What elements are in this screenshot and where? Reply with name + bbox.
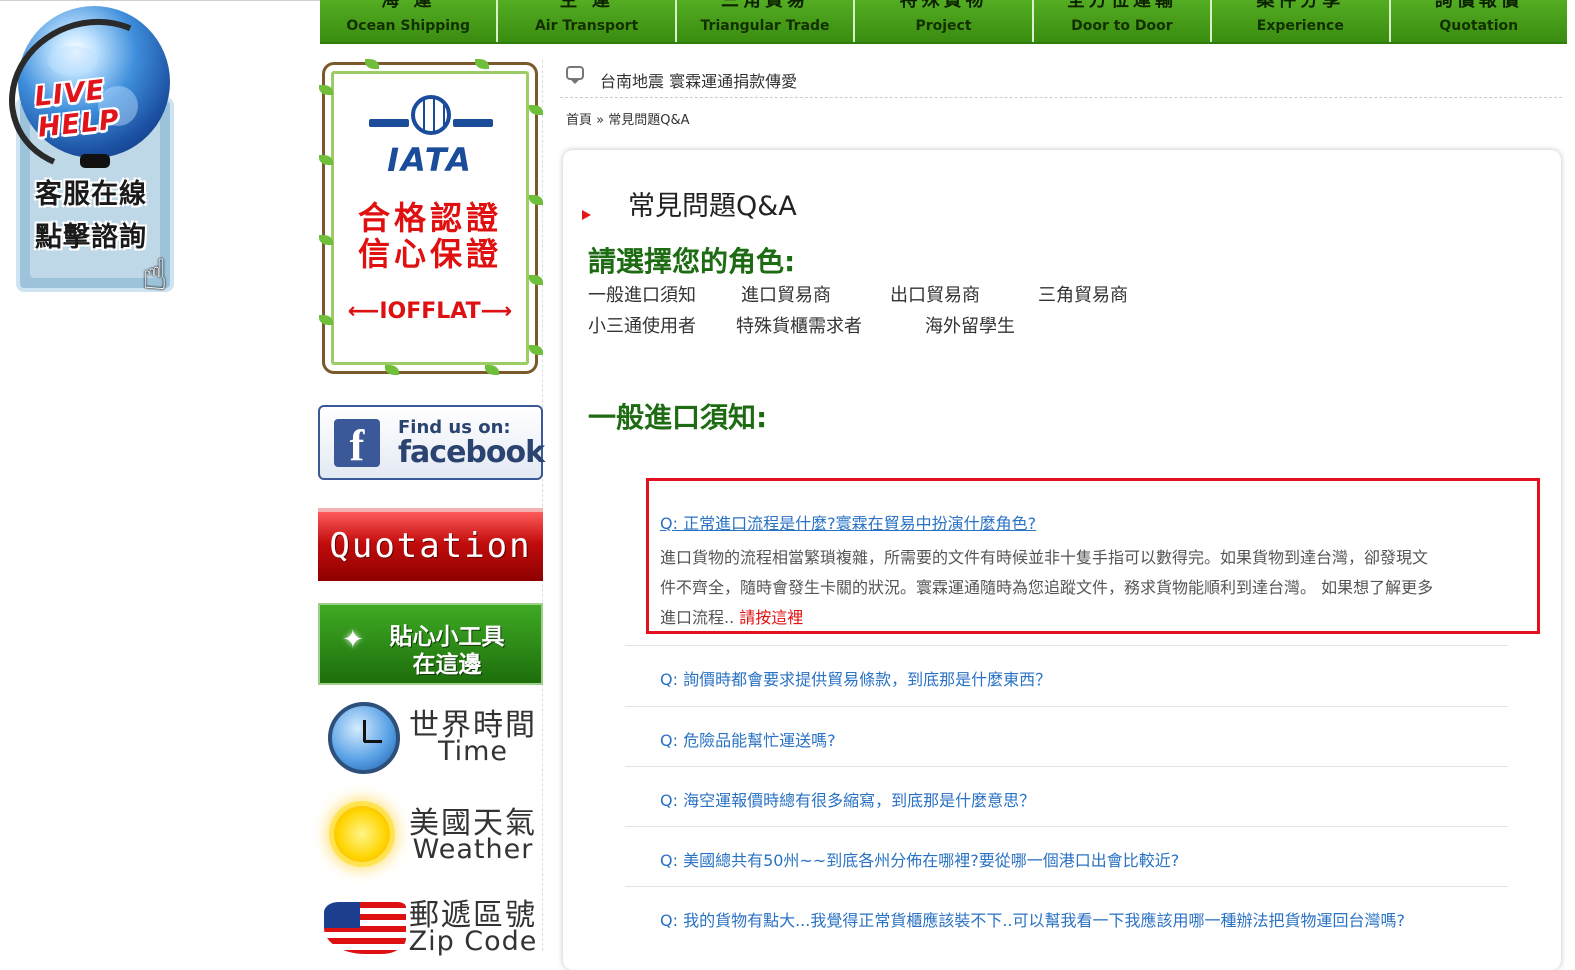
nav-triangular-trade[interactable]: 三角貿易 Triangular Trade	[676, 0, 856, 42]
faq-question-5[interactable]: Q: 美國總共有50州~~到底各州分佈在哪裡?要從哪一個港口出會比較近?	[660, 847, 1179, 871]
faq-answer-1: 進口貨物的流程相當繁瑣複雜，所需要的文件有時候並非十隻手指可以數得完。如果貨物到…	[660, 548, 1434, 627]
top-divider	[0, 0, 320, 1]
title-bullet-icon	[582, 210, 591, 220]
faq-divider	[625, 886, 1508, 887]
faq-divider	[625, 645, 1508, 646]
faq-question-3[interactable]: Q: 危險品能幫忙運送嗎?	[660, 727, 836, 751]
section-heading: 一般進口須知:	[588, 401, 768, 434]
breadcrumb: 首頁 » 常見問題Q&A	[566, 113, 690, 128]
sun-icon	[334, 806, 390, 862]
role-special-container[interactable]: 特殊貨櫃需求者	[736, 312, 862, 338]
faq-question-1[interactable]: Q: 正常進口流程是什麼?寰霖在貿易中扮演什麼角色?	[660, 510, 1036, 534]
iata-line2: 信心保證	[357, 235, 502, 273]
role-importer[interactable]: 進口貿易商	[741, 281, 831, 307]
role-exporter[interactable]: 出口貿易商	[890, 281, 980, 307]
column-divider	[542, 60, 543, 951]
role-general-import[interactable]: 一般進口須知	[588, 281, 696, 307]
breadcrumb-home[interactable]: 首頁	[566, 113, 592, 128]
world-time-widget[interactable]: 世界時間 Time	[322, 698, 542, 780]
faq-divider	[625, 826, 1508, 827]
facebook-icon: f	[334, 419, 380, 470]
main-nav: 海 運 Ocean Shipping 空 運 Air Transport 三角貿易 T…	[320, 0, 1567, 44]
sparkle-icon: ✦	[342, 625, 364, 655]
role-heading: 請選擇您的角色:	[588, 245, 796, 278]
faq-divider	[625, 706, 1508, 707]
role-overseas-student[interactable]: 海外留學生	[925, 312, 1015, 338]
microphone-icon	[80, 154, 110, 168]
live-help-line2: 點擊諮詢	[35, 222, 147, 253]
breadcrumb-current: 常見問題Q&A	[608, 113, 690, 128]
pointer-hand-icon: ☝	[142, 250, 168, 299]
iata-wing-right	[453, 119, 493, 127]
page-title: 常見問題Q&A	[628, 191, 797, 222]
live-help-line1: 客服在線	[35, 179, 147, 210]
role-mini-three-links[interactable]: 小三通使用者	[588, 312, 696, 338]
live-help-widget[interactable]: LIVE HELP 客服在線 點擊諮詢 ☝	[0, 0, 197, 302]
nav-quotation[interactable]: 詢價報價 Quotation	[1390, 0, 1567, 42]
faq-question-4[interactable]: Q: 海空運報價時總有很多縮寫，到底那是什麼意思？	[660, 787, 1035, 811]
speech-bubble-icon	[566, 66, 584, 84]
read-more-link[interactable]: 請按這裡	[739, 608, 803, 627]
iata-wing-left	[369, 119, 409, 127]
quotation-banner[interactable]: Quotation	[318, 508, 543, 581]
tools-banner[interactable]: ✦ 貼心小工具 在這邊	[318, 603, 543, 685]
iata-logo-text: IATA	[387, 141, 473, 179]
news-divider	[560, 97, 1562, 98]
faq-question-2[interactable]: Q: 詢價時都會要求提供貿易條款，到底那是什麼東西？	[660, 666, 1051, 690]
facebook-banner[interactable]: f Find us on: facebook	[318, 405, 545, 480]
iofflat-brand: ⟵IOFFLAT⟶	[347, 299, 513, 324]
us-weather-widget[interactable]: 美國天氣 Weather	[322, 796, 542, 878]
nav-project[interactable]: 特殊貨物 Project	[855, 0, 1034, 42]
nav-air-transport[interactable]: 空 運 Air Transport	[498, 0, 677, 42]
role-triangular-trader[interactable]: 三角貿易商	[1038, 281, 1128, 307]
nav-ocean-shipping[interactable]: 海 運 Ocean Shipping	[320, 0, 499, 42]
faq-divider	[625, 766, 1508, 767]
zip-code-widget[interactable]: 郵遞區號 Zip Code	[322, 888, 542, 970]
faq-question-6[interactable]: Q: 我的貨物有點大...我覺得正常貨櫃應該裝不下..可以幫我看一下我應該用哪一…	[660, 907, 1405, 931]
iata-certified-banner[interactable]: IATA 合格認證 信心保證 ⟵IOFFLAT⟶	[319, 59, 543, 375]
news-ticker[interactable]: 台南地震 寰霖運通捐款傳愛	[600, 68, 797, 92]
iata-globe-icon	[411, 95, 451, 135]
clock-icon	[328, 702, 400, 774]
nav-door-to-door[interactable]: 全方位運輸 Door to Door	[1033, 0, 1213, 42]
nav-experience[interactable]: 案件分享 Experience	[1212, 0, 1391, 42]
